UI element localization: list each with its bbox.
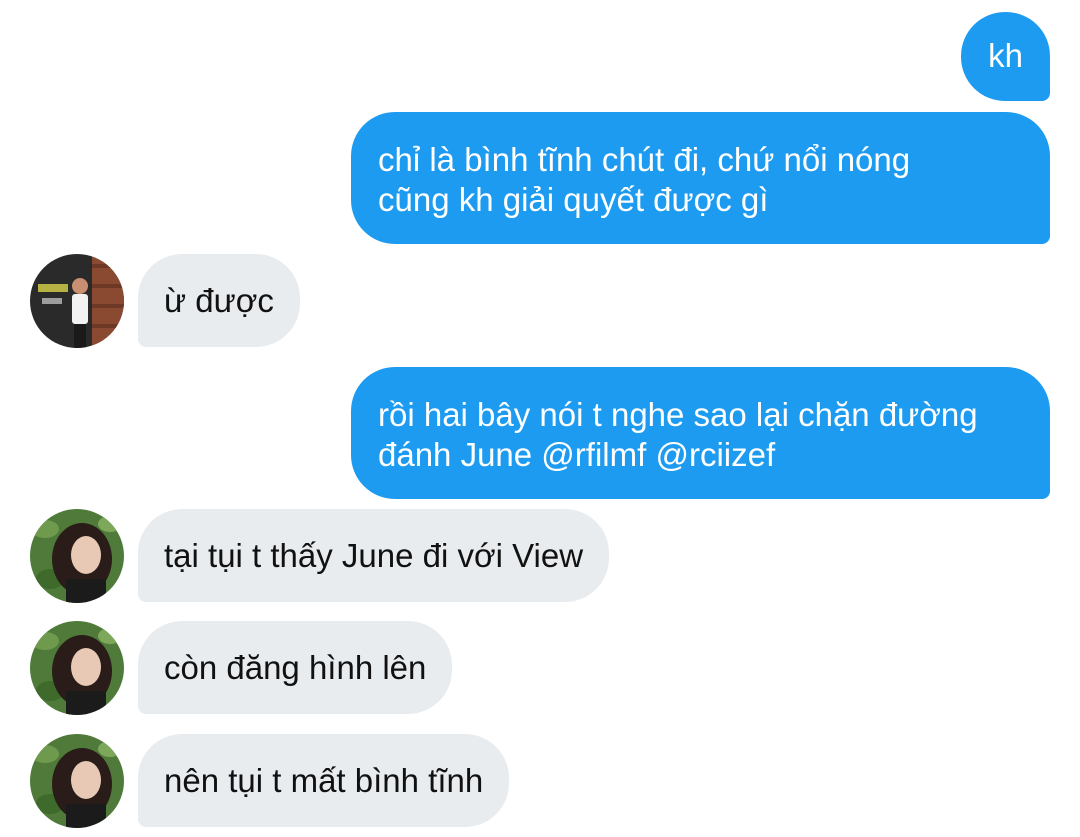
incoming-message-bubble[interactable]: còn đăng hình lên (138, 621, 453, 714)
message-text-line: cũng kh giải quyết được gì (378, 181, 769, 218)
message-text: nên tụi t mất bình tĩnh (164, 762, 484, 799)
outgoing-message-bubble[interactable]: kh (961, 12, 1050, 101)
message-text: kh (988, 37, 1023, 74)
sender-avatar[interactable] (30, 734, 124, 828)
message-thread: kh chỉ là bình tĩnh chút đi, chứ nổi nón… (0, 0, 1080, 837)
avatar-female-photo (30, 734, 124, 828)
sender-avatar[interactable] (30, 621, 124, 715)
avatar-female-photo (30, 621, 124, 715)
message-text-line: rồi hai bây nói t nghe sao lại chặn đườn… (378, 396, 978, 433)
message-text: ừ được (164, 282, 274, 319)
message-text-line: đánh June @rfilmf @rciizef (378, 436, 776, 473)
incoming-message-bubble[interactable]: ừ được (138, 254, 300, 347)
message-text: còn đăng hình lên (164, 649, 427, 686)
message-text: tại tụi t thấy June đi với View (164, 537, 584, 574)
sender-avatar[interactable] (30, 509, 124, 603)
outgoing-message-bubble[interactable]: chỉ là bình tĩnh chút đi, chứ nổi nóng c… (351, 112, 1050, 244)
message-text-line: chỉ là bình tĩnh chút đi, chứ nổi nóng (378, 141, 911, 178)
outgoing-message-bubble[interactable]: rồi hai bây nói t nghe sao lại chặn đườn… (351, 367, 1050, 499)
incoming-message-bubble[interactable]: tại tụi t thấy June đi với View (138, 509, 610, 602)
sender-avatar[interactable] (30, 254, 124, 348)
incoming-message-bubble[interactable]: nên tụi t mất bình tĩnh (138, 734, 510, 827)
avatar-female-photo (30, 509, 124, 603)
avatar-male-photo (30, 254, 124, 348)
